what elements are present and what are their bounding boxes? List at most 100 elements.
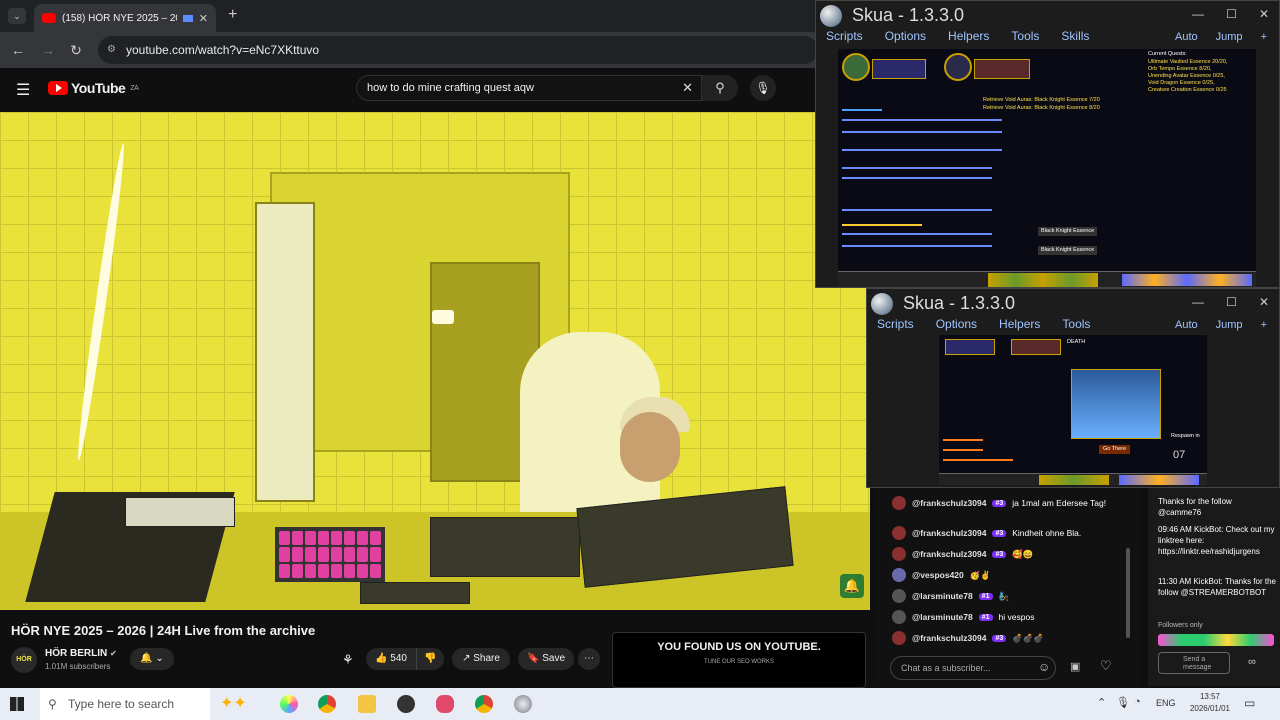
- more-actions-button[interactable]: ⋯: [578, 648, 600, 670]
- chat-username[interactable]: @frankschulz3094: [912, 633, 986, 643]
- url-field[interactable]: ⚙ youtube.com/watch?v=eNc7XKttuvo: [98, 36, 818, 64]
- minimize-icon[interactable]: —: [1192, 295, 1204, 309]
- skua1-menu-tools[interactable]: Tools: [1011, 29, 1039, 43]
- tab-list-chevron-icon[interactable]: ⌄: [8, 8, 26, 24]
- skua2-add[interactable]: +: [1261, 319, 1267, 331]
- quest-2: Orb Tempo Essence 8/20,: [1148, 66, 1212, 72]
- network-icon[interactable]: ◔: [1134, 696, 1141, 708]
- chat-settings-icon[interactable]: ∞: [1248, 656, 1256, 668]
- taskbar-search-input[interactable]: ⚲ Type here to search: [40, 688, 210, 720]
- subscribed-bell-button[interactable]: 🔔 ⌄: [130, 648, 174, 670]
- menu-icons: [1119, 475, 1199, 485]
- skua1-game-view[interactable]: Retrieve Void Auras: Black Knight Essenc…: [838, 49, 1256, 287]
- send-message-input[interactable]: Send a message: [1158, 652, 1230, 674]
- chat-username[interactable]: @frankschulz3094: [912, 528, 986, 538]
- skua2-game-view[interactable]: DEATH Go There Respawn in 07: [939, 335, 1207, 485]
- search-icon: ⚲: [715, 80, 725, 95]
- log-line: [842, 109, 882, 111]
- emote-panel-icon[interactable]: ▣: [1070, 660, 1080, 673]
- skua2-auto[interactable]: Auto: [1175, 319, 1198, 331]
- avatar: [892, 526, 906, 540]
- skua2-menu-tools[interactable]: Tools: [1062, 317, 1090, 331]
- save-button[interactable]: 🔖 Save: [518, 648, 574, 670]
- maximize-icon[interactable]: ☐: [1226, 295, 1237, 309]
- thanks-icon[interactable]: ⚘: [342, 652, 354, 668]
- skua2-menu-helpers[interactable]: Helpers: [999, 317, 1040, 331]
- clear-search-icon[interactable]: ✕: [682, 76, 693, 100]
- skua1-menu: Scripts Options Helpers Tools Skills: [826, 29, 1089, 43]
- channel-name[interactable]: HÖR BERLIN ✔: [45, 648, 117, 659]
- youtube-logo[interactable]: YouTube ZA: [48, 80, 139, 96]
- skua2-menu-scripts[interactable]: Scripts: [877, 317, 914, 331]
- share-button[interactable]: ↗ Share: [452, 648, 510, 670]
- site-info-icon[interactable]: ⚙: [107, 36, 116, 64]
- search-input[interactable]: how to do mine crafting quest aqw ✕: [356, 75, 702, 101]
- like-button[interactable]: 👍 540: [366, 648, 416, 670]
- language-indicator[interactable]: ENG: [1156, 698, 1176, 708]
- file-explorer-icon[interactable]: [358, 695, 376, 713]
- skua-taskbar-icon[interactable]: [514, 695, 532, 713]
- log-line: [842, 224, 922, 226]
- new-tab-button[interactable]: +: [228, 6, 237, 24]
- mic-tray-icon[interactable]: 🎙: [1116, 696, 1130, 709]
- chat-username[interactable]: @frankschulz3094: [912, 498, 986, 508]
- tab-close-icon[interactable]: ✕: [199, 12, 208, 25]
- chat-scrollbar[interactable]: [1126, 548, 1130, 638]
- close-icon[interactable]: ✕: [1259, 295, 1269, 309]
- hamburger-menu-icon[interactable]: ☰: [16, 80, 30, 100]
- notifications-icon[interactable]: ▭: [1244, 696, 1255, 710]
- quest-5: Creature Creation Essence 0/25: [1148, 87, 1227, 93]
- promo-card[interactable]: YOU FOUND US ON YOUTUBE. TUNE OUR SEO WO…: [612, 632, 866, 688]
- skill-slots: [1039, 475, 1109, 485]
- app-icon[interactable]: [397, 695, 415, 713]
- chat-username[interactable]: @frankschulz3094: [912, 549, 986, 559]
- reload-icon[interactable]: ↻: [66, 40, 86, 60]
- skua1-titlebar[interactable]: Skua - 1.3.3.0 — ☐ ✕: [816, 1, 1279, 31]
- minimize-icon[interactable]: —: [1192, 7, 1204, 21]
- chrome-icon[interactable]: [318, 695, 336, 713]
- voice-search-button[interactable]: 🎙: [750, 75, 776, 101]
- skua1-hotbar[interactable]: [838, 271, 1256, 287]
- skua2-hotbar[interactable]: [939, 473, 1207, 485]
- heart-icon[interactable]: ♡: [1100, 658, 1112, 674]
- skua1-menu-options[interactable]: Options: [885, 29, 926, 43]
- back-arrow-icon[interactable]: ←: [8, 40, 28, 60]
- chat-text: 🥰😄: [1012, 548, 1034, 559]
- tray-chevron-icon[interactable]: ⌃: [1097, 696, 1106, 709]
- tab-title: (158) HÖR NYE 2025 – 2026: [62, 12, 177, 24]
- search-button[interactable]: ⚲: [702, 75, 738, 101]
- forward-arrow-icon[interactable]: →: [38, 40, 58, 60]
- skua2-menu-options[interactable]: Options: [936, 317, 977, 331]
- close-icon[interactable]: ✕: [1259, 7, 1269, 21]
- chat-username[interactable]: @larsminute78: [912, 612, 973, 622]
- drop-notice-1[interactable]: Black Knight Essence: [1038, 227, 1098, 236]
- skua1-menu-skills[interactable]: Skills: [1061, 29, 1089, 43]
- video-player[interactable]: 🔔: [0, 112, 870, 610]
- windows-start-icon[interactable]: [10, 697, 24, 711]
- skua1-jump[interactable]: Jump: [1216, 31, 1243, 43]
- go-there-button[interactable]: Go There: [1099, 445, 1131, 454]
- channel-avatar[interactable]: HÖR: [11, 647, 37, 673]
- chat-username[interactable]: @larsminute78: [912, 591, 973, 601]
- chat-input[interactable]: Chat as a subscriber...: [890, 656, 1056, 680]
- sparkle-icon[interactable]: ✦✦: [220, 693, 247, 713]
- drop-notice-2[interactable]: Black Knight Essence: [1038, 246, 1098, 255]
- app-icon[interactable]: [436, 695, 454, 713]
- chrome-icon[interactable]: [475, 695, 493, 713]
- skua1-menu-helpers[interactable]: Helpers: [948, 29, 989, 43]
- skua2-titlebar[interactable]: Skua - 1.3.3.0 — ☐ ✕: [867, 289, 1279, 319]
- chat-badge: #3: [992, 550, 1007, 558]
- drum-pads: [275, 527, 385, 582]
- skua1-menu-scripts[interactable]: Scripts: [826, 29, 863, 43]
- skua1-auto[interactable]: Auto: [1175, 31, 1198, 43]
- skua2-jump[interactable]: Jump: [1216, 319, 1243, 331]
- quest-4: Void Dragon Essence 0/25,: [1148, 80, 1215, 86]
- chat-username[interactable]: @vespos420: [912, 570, 964, 580]
- skua1-add[interactable]: +: [1261, 31, 1267, 43]
- emoji-icon[interactable]: ☺: [1038, 660, 1050, 674]
- browser-tab[interactable]: (158) HÖR NYE 2025 – 2026 ✕: [34, 4, 216, 32]
- clock[interactable]: 13:57 2026/01/01: [1190, 691, 1230, 715]
- dislike-button[interactable]: 👎: [416, 648, 444, 670]
- maximize-icon[interactable]: ☐: [1226, 7, 1237, 21]
- copilot-icon[interactable]: [280, 695, 298, 713]
